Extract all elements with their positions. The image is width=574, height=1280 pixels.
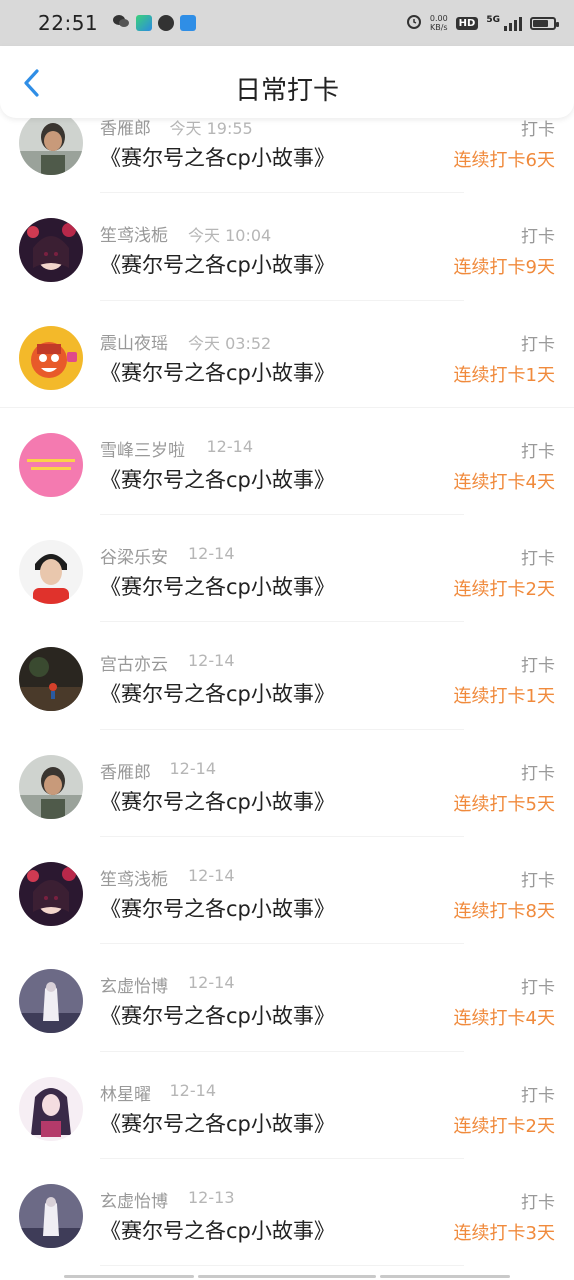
page-title: 日常打卡	[234, 76, 339, 106]
app-header: 日常打卡	[0, 46, 574, 118]
scroll-indicator	[0, 1274, 574, 1280]
checkin-time: 12-14	[188, 544, 235, 564]
checkin-tag: 打卡	[521, 763, 555, 784]
book-title[interactable]: 《赛尔号之各cp小故事》	[100, 1000, 335, 1030]
book-title[interactable]: 《赛尔号之各cp小故事》	[100, 571, 335, 601]
streak-count: 连续打卡1天	[453, 686, 555, 708]
checkin-tag: 打卡	[521, 120, 555, 140]
user-name[interactable]: 玄虚怡博	[100, 972, 168, 997]
checkin-tag: 打卡	[521, 978, 555, 999]
avatar[interactable]	[19, 325, 83, 390]
streak-count: 连续打卡5天	[453, 793, 555, 815]
checkin-time: 12-13	[188, 1187, 235, 1207]
status-right: 0.00 KB/s HD 5G	[406, 13, 559, 33]
book-title[interactable]: 《赛尔号之各cp小故事》	[100, 1108, 335, 1138]
speed-app-icon	[158, 15, 175, 31]
status-bar: 22:51 0.00 KB/s HD 5G	[0, 0, 574, 46]
book-title[interactable]: 《赛尔号之各cp小故事》	[100, 678, 335, 708]
user-name[interactable]: 玄虚怡博	[100, 1187, 168, 1212]
checkin-tag: 打卡	[521, 549, 555, 570]
user-name[interactable]: 震山夜瑶	[100, 329, 168, 354]
video-app-icon	[136, 15, 153, 31]
checkin-time: 12-14	[169, 1080, 217, 1100]
book-title[interactable]: 《赛尔号之各cp小故事》	[100, 893, 335, 923]
checkin-tag: 打卡	[521, 656, 555, 677]
user-name[interactable]: 林星曜	[100, 1080, 151, 1105]
checkin-row[interactable]: 玄虚怡博 12-13 《赛尔号之各cp小故事》 打卡连续打卡3天	[0, 1159, 574, 1267]
book-title[interactable]: 《赛尔号之各cp小故事》	[100, 1215, 335, 1245]
checkin-row[interactable]: 震山夜瑶 今天 03:52 《赛尔号之各cp小故事》 打卡连续打卡1天	[0, 301, 574, 408]
hd-badge: HD	[455, 16, 479, 30]
checkin-tag: 打卡	[521, 1192, 555, 1213]
user-name[interactable]: 笙鸢浅栀	[100, 221, 168, 246]
checkin-row[interactable]: 玄虚怡博 12-14 《赛尔号之各cp小故事》 打卡连续打卡4天	[0, 944, 574, 1052]
streak-count: 连续打卡4天	[453, 471, 555, 493]
checkin-time: 今天 03:52	[188, 333, 272, 353]
checkin-time: 12-14	[188, 651, 235, 671]
checkin-row[interactable]: 宫古亦云 12-14 《赛尔号之各cp小故事》 打卡连续打卡1天	[0, 622, 574, 730]
user-name[interactable]: 香雁郎	[100, 758, 151, 783]
checkin-time: 今天 19:55	[169, 119, 253, 138]
user-name[interactable]: 笙鸢浅栀	[100, 865, 168, 890]
checkin-row[interactable]: 香雁郎 12-14 《赛尔号之各cp小故事》 打卡连续打卡5天	[0, 730, 574, 838]
net-speed-unit: KB/s	[429, 23, 448, 32]
user-name[interactable]: 宫古亦云	[100, 650, 168, 675]
checkin-tag: 打卡	[521, 871, 555, 892]
avatar[interactable]	[19, 1076, 83, 1141]
avatar[interactable]	[19, 111, 83, 175]
network-type: 5G	[486, 15, 500, 25]
avatar[interactable]	[19, 1183, 83, 1248]
book-title[interactable]: 《赛尔号之各cp小故事》	[100, 786, 335, 816]
streak-count: 连续打卡9天	[453, 257, 555, 279]
streak-count: 连续打卡2天	[453, 1115, 555, 1137]
checkin-time: 12-14	[206, 436, 254, 456]
avatar[interactable]	[19, 754, 83, 819]
streak-count: 连续打卡3天	[453, 1222, 555, 1244]
notification-icons	[112, 13, 197, 33]
checkin-tag: 打卡	[521, 441, 555, 462]
checkin-tag: 打卡	[521, 1085, 555, 1106]
checkin-row[interactable]: 笙鸢浅栀 12-14 《赛尔号之各cp小故事》 打卡连续打卡8天	[0, 837, 574, 945]
checkin-time: 12-14	[188, 866, 235, 886]
avatar[interactable]	[19, 432, 83, 497]
checkin-tag: 打卡	[521, 227, 555, 248]
net-speed-value: 0.00	[429, 14, 448, 23]
signal-icon: 5G	[486, 15, 522, 31]
avatar[interactable]	[19, 969, 83, 1034]
battery-icon	[530, 16, 559, 30]
checkin-row[interactable]: 笙鸢浅栀 今天 10:04 《赛尔号之各cp小故事》 打卡连续打卡9天	[0, 193, 574, 301]
row-divider	[100, 1265, 464, 1267]
checkin-row[interactable]: 林星曜 12-14 《赛尔号之各cp小故事》 打卡连续打卡2天	[0, 1052, 574, 1159]
streak-count: 连续打卡2天	[453, 579, 555, 601]
streak-count: 连续打卡6天	[453, 150, 555, 171]
checkin-time: 12-14	[169, 758, 217, 778]
user-name[interactable]: 雪峰三岁啦	[100, 436, 185, 461]
streak-count: 连续打卡4天	[453, 1008, 555, 1030]
battery-level	[533, 19, 548, 27]
checkin-tag: 打卡	[521, 334, 555, 355]
streak-count: 连续打卡8天	[453, 901, 555, 923]
checkin-list[interactable]: 香雁郎 今天 19:55 《赛尔号之各cp小故事》 打卡 连续打卡6天 笙鸢浅栀 今天 10…	[0, 86, 574, 1267]
checkin-row[interactable]: 谷梁乐安 12-14 《赛尔号之各cp小故事》 打卡连续打卡2天	[0, 515, 574, 623]
avatar[interactable]	[19, 540, 83, 605]
avatar[interactable]	[19, 218, 83, 283]
checkin-time: 12-14	[188, 973, 235, 993]
avatar[interactable]	[19, 862, 83, 927]
net-speed: 0.00 KB/s	[430, 14, 448, 32]
status-time: 22:51	[38, 11, 99, 35]
eye-app-icon	[180, 15, 197, 31]
user-name[interactable]: 谷梁乐安	[100, 543, 168, 568]
book-title[interactable]: 《赛尔号之各cp小故事》	[100, 142, 335, 172]
checkin-time: 今天 10:04	[188, 226, 272, 246]
book-title[interactable]: 《赛尔号之各cp小故事》	[100, 249, 335, 279]
checkin-row[interactable]: 雪峰三岁啦 12-14 《赛尔号之各cp小故事》 打卡连续打卡4天	[0, 408, 574, 516]
book-title[interactable]: 《赛尔号之各cp小故事》	[100, 464, 335, 494]
alarm-icon	[406, 13, 422, 33]
book-title[interactable]: 《赛尔号之各cp小故事》	[100, 357, 335, 387]
wechat-icon	[112, 13, 130, 33]
streak-count: 连续打卡1天	[453, 364, 555, 386]
avatar[interactable]	[19, 647, 83, 712]
